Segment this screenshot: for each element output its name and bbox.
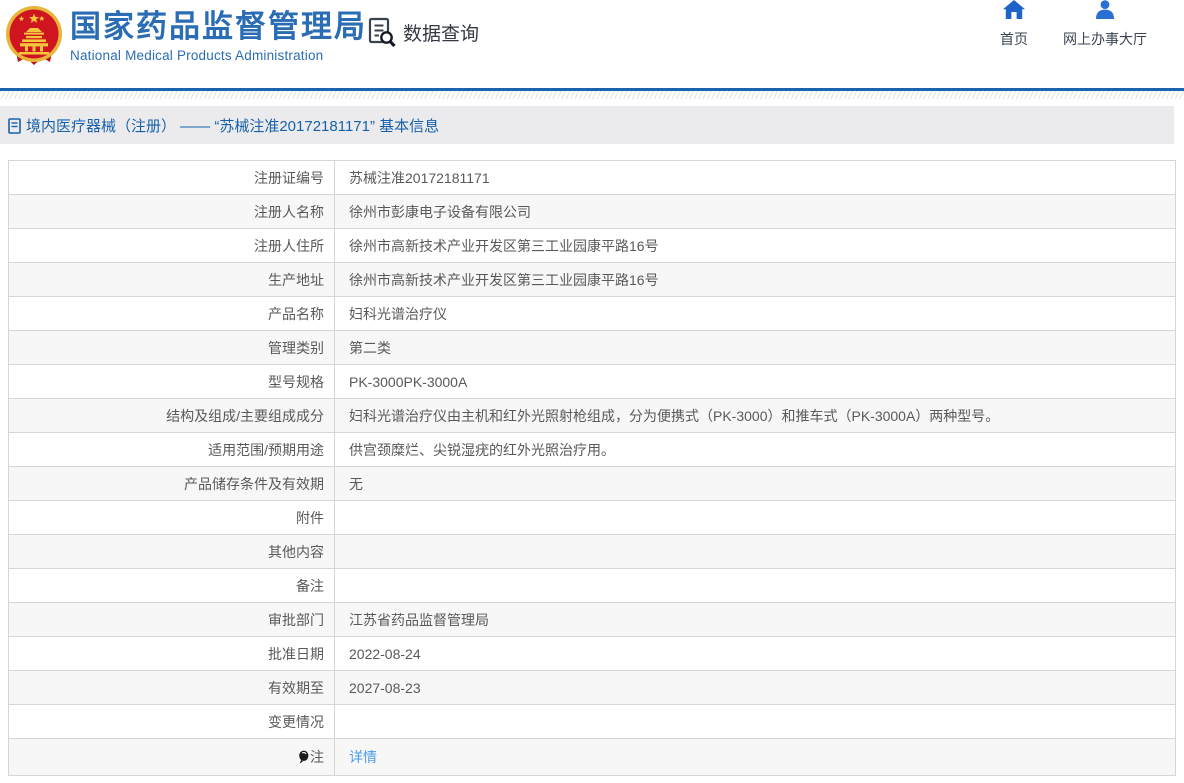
row-value [334,704,1176,739]
nav-home[interactable]: 首页 [982,0,1046,49]
bulb-icon [298,750,309,767]
page: 国家药品监督管理局 National Medical Products Admi… [0,0,1184,776]
table-row: 产品储存条件及有效期无 [8,466,1176,501]
row-label: 产品名称 [8,296,335,331]
table-row: 批准日期 2022-08-24 [8,636,1176,671]
nav-online-hall-label: 网上办事大厅 [1063,31,1147,47]
row-label: 其他内容 [8,534,335,569]
nav-online-hall[interactable]: 网上办事大厅 [1045,0,1165,49]
row-label: 审批部门 [8,602,335,637]
site-titles: 国家药品监督管理局 National Medical Products Admi… [70,8,367,63]
row-value: 无 [334,466,1176,501]
row-label: 有效期至 [8,670,335,705]
row-value: 徐州市彭康电子设备有限公司 [334,194,1176,229]
site-title-cn: 国家药品监督管理局 [70,9,367,44]
row-value: 第二类 [334,330,1176,365]
row-value: 苏械注准20172181171 [334,160,1176,195]
document-icon [8,117,21,134]
row-label: 附件 [8,500,335,535]
row-label: 型号规格 [8,364,335,399]
row-label: 结构及组成/主要组成成分 [8,398,335,433]
row-value: 江苏省药品监督管理局 [334,602,1176,637]
table-row: 结构及组成/主要组成成分 妇科光谱治疗仪由主机和红外光照射枪组成，分为便携式（PK… [8,398,1176,433]
table-row: 管理类别 第二类 [8,330,1176,365]
breadcrumb-text: 境内医疗器械（注册） —— “苏械注准20172181171” 基本信息 [26,117,440,135]
row-label: 注 [8,738,335,776]
table-wrap: 注册证编号 苏械注准20172181171 注册人名称 徐州市彭康电子设备有限公司 注册… [0,144,1184,776]
row-value [334,534,1176,569]
home-icon [1003,0,1025,24]
table-row: 注详情 [8,738,1176,776]
table-row: 生产地址 徐州市高新技术产业开发区第三工业园康平路16号 [8,262,1176,297]
table-row: 其他内容 [8,534,1176,569]
row-value [334,568,1176,603]
spacer [0,99,1184,106]
nav-home-label: 首页 [1000,31,1028,47]
row-label: 管理类别 [8,330,335,365]
detail-link[interactable]: 详情 [349,749,377,765]
breadcrumb: 境内医疗器械（注册） —— “苏械注准20172181171” 基本信息 [0,106,1174,144]
national-emblem-logo [5,5,63,71]
row-value: PK-3000PK-3000A [334,364,1176,399]
table-row: 产品名称 妇科光谱治疗仪 [8,296,1176,331]
row-label: 适用范围/预期用途 [8,432,335,467]
data-query-section: 数据查询 [367,16,479,48]
table-row: 注册证编号 苏械注准20172181171 [8,160,1176,195]
site-header: 国家药品监督管理局 National Medical Products Admi… [0,0,1184,88]
row-label: 注册人住所 [8,228,335,263]
row-label: 注册证编号 [8,160,335,195]
data-query-label: 数据查询 [403,23,480,45]
row-value: 供宫颈糜烂、尖锐湿疣的红外光照治疗用。 [334,432,1176,467]
row-value [334,500,1176,535]
row-label: 备注 [8,568,335,603]
table-row: 有效期至 2027-08-23 [8,670,1176,705]
person-icon [1095,0,1115,24]
row-value: 妇科光谱治疗仪由主机和红外光照射枪组成，分为便携式（PK-3000）和推车式（P… [334,398,1176,433]
row-value: 徐州市高新技术产业开发区第三工业园康平路16号 [334,262,1176,297]
info-table-body: 注册证编号 苏械注准20172181171 注册人名称 徐州市彭康电子设备有限公司 注册… [8,160,1176,776]
row-label: 产品储存条件及有效期 [8,466,335,501]
site-title-en: National Medical Products Administration [70,48,324,63]
table-row: 型号规格 PK-3000PK-3000A [8,364,1176,399]
row-label: 生产地址 [8,262,335,297]
table-row: 备注 [8,568,1176,603]
row-value: 2027-08-23 [334,670,1176,705]
row-value: 徐州市高新技术产业开发区第三工业园康平路16号 [334,228,1176,263]
table-row: 注册人住所 徐州市高新技术产业开发区第三工业园康平路16号 [8,228,1176,263]
table-row: 适用范围/预期用途 供宫颈糜烂、尖锐湿疣的红外光照治疗用。 [8,432,1176,467]
row-value: 妇科光谱治疗仪 [334,296,1176,331]
table-row: 注册人名称 徐州市彭康电子设备有限公司 [8,194,1176,229]
row-label: 变更情况 [8,704,335,739]
row-value: 详情 [334,738,1176,776]
document-search-icon [367,16,397,48]
table-row: 变更情况 [8,704,1176,739]
table-row: 审批部门 江苏省药品监督管理局 [8,602,1176,637]
row-label: 注册人名称 [8,194,335,229]
info-table: 注册证编号 苏械注准20172181171 注册人名称 徐州市彭康电子设备有限公司 注册… [8,160,1176,776]
table-row: 附件 [8,500,1176,535]
row-value: 2022-08-24 [334,636,1176,671]
row-label: 批准日期 [8,636,335,671]
texture-strip [0,91,1184,99]
